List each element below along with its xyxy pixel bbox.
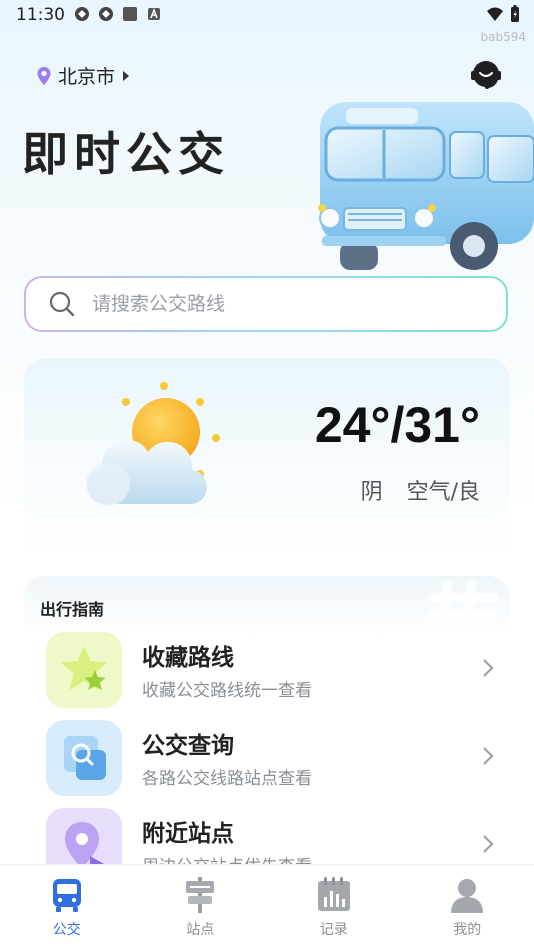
tab-stops[interactable]: 站点 [134, 865, 268, 951]
search-bar[interactable] [24, 276, 508, 332]
battery-icon [510, 5, 520, 23]
guide-title: 出行指南 [40, 596, 104, 620]
guide-item-bus-query[interactable]: 公交查询 各路公交线路站点查看 [46, 720, 496, 800]
square-icon [122, 6, 138, 22]
item-desc: 各路公交线路站点查看 [142, 764, 312, 789]
item-title: 附近站点 [142, 814, 234, 848]
tab-bus[interactable]: 公交 [0, 865, 134, 951]
status-time: 11:30 [16, 5, 65, 25]
triangle-right-icon [121, 70, 131, 82]
city-name: 北京市 [58, 62, 115, 89]
wifi-icon [486, 6, 504, 22]
a-icon [146, 6, 162, 22]
customer-service-icon[interactable] [468, 56, 504, 92]
guide-item-favorite-routes[interactable]: 收藏路线 收藏公交路线统一查看 [46, 632, 496, 712]
search-input[interactable] [90, 292, 454, 316]
cloudy-sun-icon [78, 380, 228, 520]
item-title: 公交查询 [142, 726, 234, 760]
status-bar: 11:30 [0, 0, 534, 30]
temperature: 24°/31° [315, 396, 480, 454]
star-icon [46, 632, 122, 708]
item-desc: 收藏公交路线统一查看 [142, 676, 312, 701]
hash-decoration-icon [424, 580, 504, 628]
item-title: 收藏路线 [142, 638, 234, 672]
weather-card: 24°/31° 阴 空气/良 [24, 358, 510, 558]
city-selector[interactable]: 北京市 [36, 62, 131, 89]
bottom-tab-bar: 公交 站点 记录 我的 [0, 864, 534, 951]
status-right-icons [486, 5, 520, 23]
bus-stop-icon [180, 875, 220, 915]
device-tag: bab594 [481, 30, 527, 44]
app-icon [98, 6, 114, 22]
chevron-right-icon [480, 832, 496, 856]
status-app-icons [74, 6, 162, 22]
weather-condition: 阴 [361, 474, 383, 506]
tab-label: 我的 [401, 919, 534, 939]
bus-illustration [312, 96, 534, 274]
tab-records[interactable]: 记录 [267, 865, 401, 951]
tab-mine[interactable]: 我的 [401, 865, 534, 951]
tab-label: 记录 [267, 919, 401, 939]
user-icon [447, 875, 487, 915]
air-quality: 空气/良 [407, 474, 480, 506]
app-title: 即时公交 [22, 118, 230, 184]
item-icon-bg [46, 632, 122, 708]
tab-label: 公交 [0, 919, 134, 939]
app-icon [74, 6, 90, 22]
location-pin-icon [36, 66, 52, 86]
search-icon [48, 290, 76, 318]
travel-guide-card: 出行指南 收藏路线 收藏公交路线统一查看 公交查询 各路公交线路站点查看 [24, 576, 510, 876]
weather-condition-row: 阴 空气/良 [361, 474, 480, 506]
item-icon-bg [46, 720, 122, 796]
record-icon [314, 875, 354, 915]
chevron-right-icon [480, 656, 496, 680]
magnifier-card-icon [46, 720, 122, 796]
bus-icon [47, 875, 87, 915]
tab-label: 站点 [134, 919, 268, 939]
chevron-right-icon [480, 744, 496, 768]
